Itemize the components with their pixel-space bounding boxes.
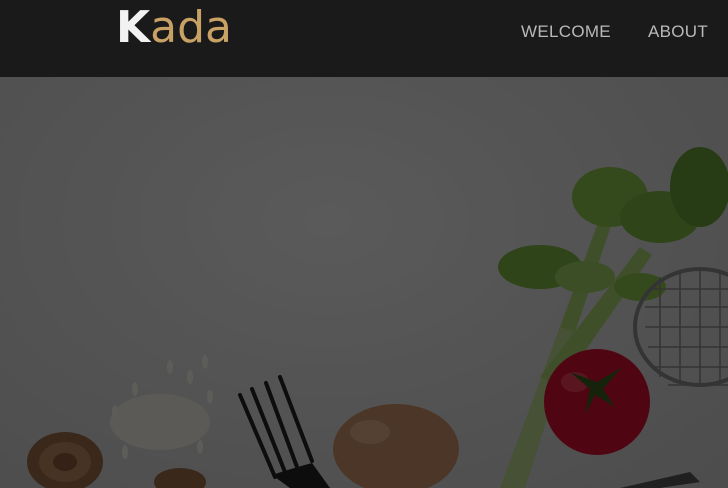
nav-link-about[interactable]: ABOUT <box>648 22 708 42</box>
hero-banner <box>0 77 728 488</box>
hero-dark-overlay <box>0 77 728 488</box>
top-navbar: Kada WELCOME ABOUT <box>0 0 728 77</box>
brand-logo[interactable]: Kada <box>116 6 232 50</box>
nav-link-welcome[interactable]: WELCOME <box>521 22 611 42</box>
logo-letter-k: K <box>116 2 151 53</box>
logo-text-ada: ada <box>150 2 232 53</box>
